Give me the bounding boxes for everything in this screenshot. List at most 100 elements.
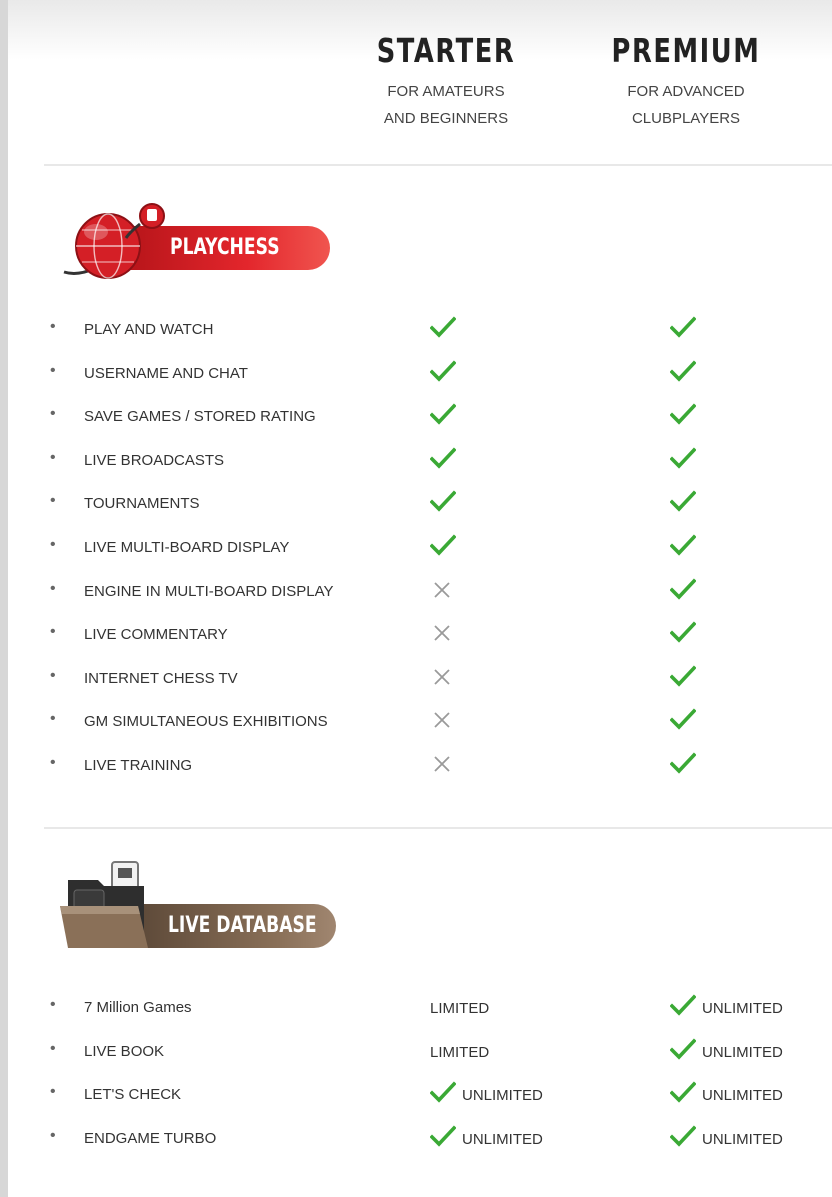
limit-text: UNLIMITED — [702, 1043, 783, 1061]
livedatabase-label: LIVE DATABASE — [168, 913, 317, 938]
globe-icon — [63, 203, 165, 279]
table-row: • LET'S CHECK UNLIMITED UNLIMITED — [50, 1079, 830, 1109]
table-row: • LIVE BOOK LIMITED UNLIMITED — [50, 1036, 830, 1066]
bullet: • — [50, 1039, 56, 1057]
check-icon — [670, 578, 696, 600]
bullet: • — [50, 710, 56, 728]
section-divider — [44, 164, 832, 166]
plan-header-premium: PREMIUM FOR ADVANCED CLUBPLAYERS — [586, 28, 786, 132]
bullet: • — [50, 492, 56, 510]
check-icon — [670, 316, 696, 338]
feature-label: LIVE BOOK — [84, 1042, 165, 1060]
plan-desc-line: AND BEGINNERS — [383, 110, 509, 127]
folder-icon — [60, 861, 148, 948]
plan-header-starter: STARTER FOR AMATEURS AND BEGINNERS — [346, 28, 546, 132]
table-row: • ENGINE IN MULTI-BOARD DISPLAY — [50, 576, 830, 606]
feature-label: 7 Million Games — [84, 999, 192, 1016]
plan-desc-starter: FOR AMATEURS AND BEGINNERS — [346, 78, 546, 132]
check-icon — [670, 1038, 696, 1060]
livedatabase-badge: LIVE DATABASE — [58, 858, 340, 950]
bullet: • — [50, 361, 56, 379]
table-row: • ENDGAME TURBO UNLIMITED UNLIMITED — [50, 1123, 830, 1153]
bullet: • — [50, 996, 56, 1013]
check-icon — [670, 621, 696, 643]
limit-text: LIMITED — [430, 1043, 490, 1061]
bullet: • — [50, 666, 56, 684]
plan-name-starter: STARTER — [376, 31, 516, 70]
cross-icon — [434, 625, 450, 641]
plan-desc-line: FOR AMATEURS — [387, 83, 505, 100]
table-row: • GM SIMULTANEOUS EXHIBITIONS — [50, 706, 830, 736]
feature-label: ENGINE IN MULTI-BOARD DISPLAY — [84, 582, 334, 600]
feature-label: TOURNAMENTS — [84, 495, 200, 513]
check-icon — [430, 534, 456, 556]
plan-desc-line: FOR ADVANCED — [627, 83, 745, 100]
check-icon — [430, 403, 456, 425]
table-row: • LIVE TRAINING — [50, 750, 830, 780]
limit-text: UNLIMITED — [702, 1000, 783, 1017]
check-icon — [430, 447, 456, 469]
limit-text: UNLIMITED — [702, 1130, 783, 1148]
playchess-label: PLAYCHESS — [170, 235, 280, 260]
cross-icon — [434, 756, 450, 772]
check-icon — [670, 1081, 696, 1103]
check-icon — [430, 1125, 456, 1147]
check-icon — [430, 490, 456, 512]
feature-label: SAVE GAMES / STORED RATING — [84, 408, 316, 426]
feature-label: USERNAME AND CHAT — [84, 364, 248, 382]
playchess-badge: PLAYCHESS — [60, 198, 332, 280]
check-icon — [670, 490, 696, 512]
table-row: • INTERNET CHESS TV — [50, 663, 830, 693]
table-row: • TOURNAMENTS — [50, 488, 830, 518]
bullet: • — [50, 318, 56, 335]
table-row: • 7 Million Games LIMITED UNLIMITED — [50, 992, 830, 1022]
check-icon — [430, 360, 456, 382]
table-row: • USERNAME AND CHAT — [50, 358, 830, 388]
cross-icon — [434, 669, 450, 685]
limit-text: UNLIMITED — [462, 1087, 543, 1105]
cross-icon — [434, 581, 450, 598]
table-row: • LIVE BROADCASTS — [50, 445, 830, 475]
feature-label: PLAY AND WATCH — [84, 321, 214, 338]
feature-label: GM SIMULTANEOUS EXHIBITIONS — [84, 713, 328, 731]
bullet: • — [50, 1083, 56, 1101]
table-row: • PLAY AND WATCH — [50, 314, 830, 344]
table-row: • SAVE GAMES / STORED RATING — [50, 401, 830, 431]
bullet: • — [50, 448, 56, 466]
check-icon — [670, 360, 696, 382]
feature-label: LIVE COMMENTARY — [84, 626, 228, 644]
limit-text: UNLIMITED — [462, 1130, 543, 1148]
livedatabase-label-pill: LIVE DATABASE — [144, 904, 336, 948]
feature-label: LIVE TRAINING — [84, 757, 193, 774]
feature-label: LIVE BROADCASTS — [84, 451, 225, 469]
table-row: • LIVE COMMENTARY — [50, 619, 830, 649]
section-divider — [44, 827, 832, 829]
plan-desc-premium: FOR ADVANCED CLUBPLAYERS — [586, 78, 786, 132]
bullet: • — [50, 754, 56, 771]
limit-text: UNLIMITED — [702, 1087, 783, 1105]
bullet: • — [50, 579, 56, 597]
check-icon — [670, 665, 696, 687]
table-row: • LIVE MULTI-BOARD DISPLAY — [50, 532, 830, 562]
check-icon — [670, 447, 696, 469]
cross-icon — [434, 712, 450, 729]
check-icon — [430, 1081, 456, 1103]
bullet: • — [50, 623, 56, 641]
check-icon — [670, 534, 696, 556]
bullet: • — [50, 1126, 56, 1144]
left-border — [0, 0, 8, 1197]
bullet: • — [50, 536, 56, 553]
plan-desc-line: CLUBPLAYERS — [631, 110, 741, 127]
limit-text: LIMITED — [430, 1000, 490, 1017]
feature-label: LET'S CHECK — [84, 1086, 182, 1104]
check-icon — [670, 752, 696, 774]
check-icon — [670, 708, 696, 730]
check-icon — [670, 1125, 696, 1147]
bullet: • — [50, 405, 56, 423]
check-icon — [670, 403, 696, 425]
feature-label: ENDGAME TURBO — [84, 1129, 217, 1147]
feature-label: LIVE MULTI-BOARD DISPLAY — [84, 539, 290, 556]
check-icon — [430, 316, 456, 338]
plan-name-premium: PREMIUM — [611, 31, 761, 70]
feature-label: INTERNET CHESS TV — [84, 669, 238, 687]
